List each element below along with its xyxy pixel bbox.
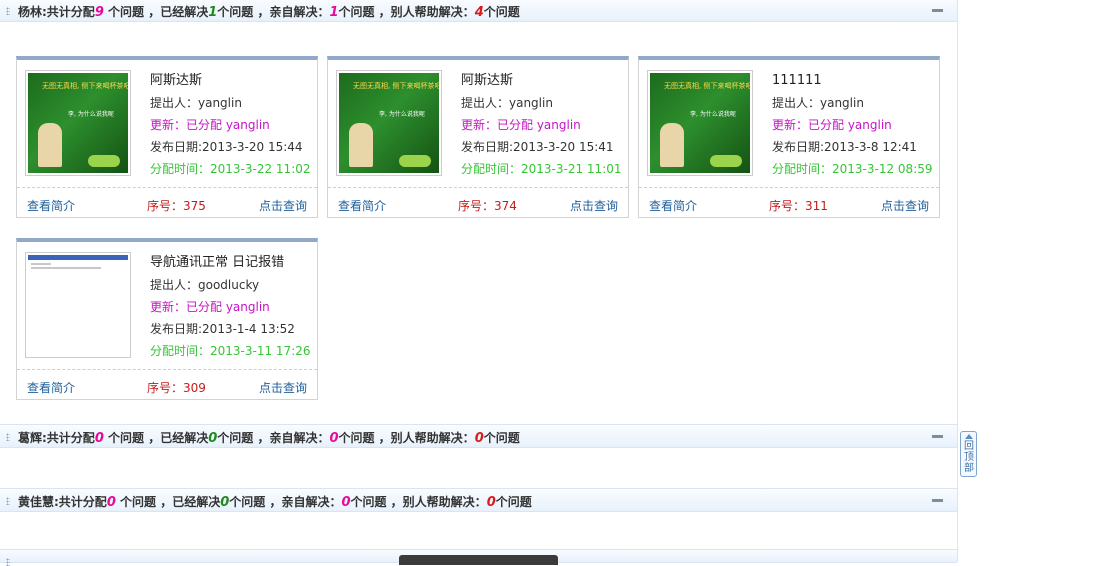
card-seq: 序号：374 xyxy=(458,199,517,213)
minus-icon[interactable] xyxy=(932,435,943,438)
group-summary: 黄佳慧:共计分配0 个问题 ，已经解决0个问题 ，亲自解决：0个问题 ，别人帮助… xyxy=(18,495,532,510)
card-footer: 查看简介 序号：311 点击查询 xyxy=(639,187,939,219)
card-pubdate: 发布日期:2013-1-4 13:52 xyxy=(150,322,295,336)
problem-card: 无图无真相, 侧下来喝杯茶吧 李, 为什么说我呢 阿斯达斯 提出人：yangli… xyxy=(16,56,318,218)
card-title: 导航通讯正常 日记报错 xyxy=(150,255,285,270)
card-title: 阿斯达斯 xyxy=(461,73,514,88)
card-assigntime: 分配时间：2013-3-12 08:59 xyxy=(772,162,933,176)
view-intro-link[interactable]: 查看简介 xyxy=(27,379,75,396)
card-submitter: 提出人：yanglin xyxy=(461,96,553,110)
screenshot-image xyxy=(28,255,128,355)
grip-dots-icon xyxy=(6,7,10,15)
problem-card: 无图无真相, 侧下来喝杯茶吧 李, 为什么说我呢 111111 提出人：yang… xyxy=(638,56,940,218)
poster-image: 无图无真相, 侧下来喝杯茶吧 李, 为什么说我呢 xyxy=(339,73,439,173)
group-summary: 杨林:共计分配9 个问题 ，已经解决1个问题 ，亲自解决：1个问题 ，别人帮助解… xyxy=(18,5,520,20)
view-intro-link[interactable]: 查看简介 xyxy=(649,197,697,214)
query-link[interactable]: 点击查询 xyxy=(570,197,618,214)
card-submitter: 提出人：yanglin xyxy=(772,96,864,110)
grip-dots-icon xyxy=(6,497,10,505)
query-link[interactable]: 点击查询 xyxy=(259,379,307,396)
problem-card: 无图无真相, 侧下来喝杯茶吧 李, 为什么说我呢 阿斯达斯 提出人：yangli… xyxy=(327,56,629,218)
card-assigntime: 分配时间：2013-3-22 11:02 xyxy=(150,162,311,176)
group-header-yanglin[interactable]: 杨林:共计分配9 个问题 ，已经解决1个问题 ，亲自解决：1个问题 ，别人帮助解… xyxy=(0,0,957,22)
query-link[interactable]: 点击查询 xyxy=(881,197,929,214)
view-intro-link[interactable]: 查看简介 xyxy=(338,197,386,214)
card-update: 更新：已分配 yanglin xyxy=(150,118,270,132)
poster-image: 无图无真相, 侧下来喝杯茶吧 李, 为什么说我呢 xyxy=(28,73,128,173)
card-footer: 查看简介 序号：375 点击查询 xyxy=(17,187,317,219)
card-pubdate: 发布日期:2013-3-20 15:44 xyxy=(150,140,303,154)
card-footer: 查看简介 序号：374 点击查询 xyxy=(328,187,628,219)
card-update: 更新：已分配 yanglin xyxy=(150,300,270,314)
minus-icon[interactable] xyxy=(932,499,943,502)
card-title: 阿斯达斯 xyxy=(150,73,203,88)
card-footer: 查看简介 序号：309 点击查询 xyxy=(17,369,317,401)
grip-dots-icon xyxy=(6,433,10,441)
card-submitter: 提出人：goodlucky xyxy=(150,278,260,292)
card-seq: 序号：309 xyxy=(147,381,206,395)
minus-icon[interactable] xyxy=(932,9,943,12)
group-summary: 葛辉:共计分配0 个问题 ，已经解决0个问题 ，亲自解决：0个问题 ，别人帮助解… xyxy=(18,431,520,446)
problem-card: 导航通讯正常 日记报错 提出人：goodlucky 更新：已分配 yanglin… xyxy=(16,238,318,400)
tooltip-overlay xyxy=(399,555,558,565)
card-thumbnail[interactable]: 无图无真相, 侧下来喝杯茶吧 李, 为什么说我呢 xyxy=(336,70,442,176)
card-title: 111111 xyxy=(772,73,822,88)
group-header-huangjiahui[interactable]: 黄佳慧:共计分配0 个问题 ，已经解决0个问题 ，亲自解决：0个问题 ，别人帮助… xyxy=(0,488,957,512)
back-to-top-button[interactable]: 回顶部 xyxy=(960,431,977,477)
card-thumbnail[interactable] xyxy=(25,252,131,358)
problem-list-page: 杨林:共计分配9 个问题 ，已经解决1个问题 ，亲自解决：1个问题 ，别人帮助解… xyxy=(0,0,958,566)
card-update: 更新：已分配 yanglin xyxy=(772,118,892,132)
view-intro-link[interactable]: 查看简介 xyxy=(27,197,75,214)
card-submitter: 提出人：yanglin xyxy=(150,96,242,110)
group-header-gehui[interactable]: 葛辉:共计分配0 个问题 ，已经解决0个问题 ，亲自解决：0个问题 ，别人帮助解… xyxy=(0,424,957,448)
card-assigntime: 分配时间：2013-3-21 11:01 xyxy=(461,162,622,176)
arrow-up-icon xyxy=(965,434,973,439)
card-thumbnail[interactable]: 无图无真相, 侧下来喝杯茶吧 李, 为什么说我呢 xyxy=(25,70,131,176)
card-pubdate: 发布日期:2013-3-20 15:41 xyxy=(461,140,614,154)
card-seq: 序号：375 xyxy=(147,199,206,213)
card-thumbnail[interactable]: 无图无真相, 侧下来喝杯茶吧 李, 为什么说我呢 xyxy=(647,70,753,176)
card-pubdate: 发布日期:2013-3-8 12:41 xyxy=(772,140,917,154)
poster-image: 无图无真相, 侧下来喝杯茶吧 李, 为什么说我呢 xyxy=(650,73,750,173)
card-assigntime: 分配时间：2013-3-11 17:26 xyxy=(150,344,311,358)
back-to-top-label: 回顶部 xyxy=(964,441,974,474)
card-seq: 序号：311 xyxy=(769,199,828,213)
query-link[interactable]: 点击查询 xyxy=(259,197,307,214)
grip-dots-icon xyxy=(6,558,10,566)
card-update: 更新：已分配 yanglin xyxy=(461,118,581,132)
